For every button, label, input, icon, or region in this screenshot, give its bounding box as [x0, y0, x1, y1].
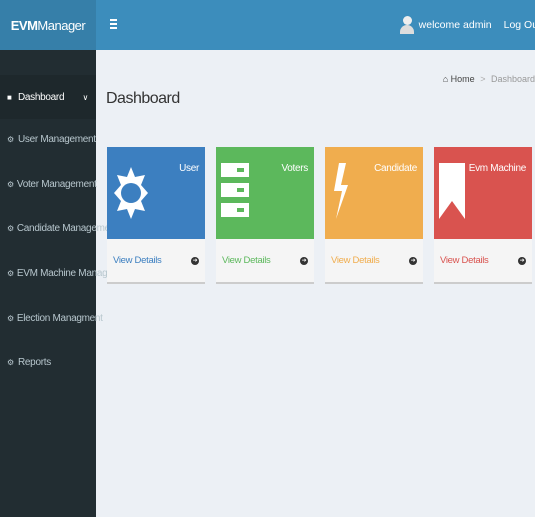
settings-icon: ⚙ — [7, 223, 14, 233]
sidebar: ■ Dashboard ∨ ⚙ User Management ⚙ Voter … — [0, 50, 134, 517]
sun-icon — [114, 167, 148, 219]
arrow-circle-icon: ➜ — [191, 256, 199, 265]
view-details-label: View Details — [440, 255, 489, 266]
settings-icon: ⚙ — [7, 357, 14, 367]
card-header: Voters — [216, 147, 314, 239]
server-icon — [221, 163, 249, 217]
card-title: User — [179, 163, 199, 174]
view-details-label: View Details — [113, 255, 162, 266]
sidebar-item-voter-management[interactable]: ⚙ Voter Management — [0, 162, 97, 206]
breadcrumb-current: Dashboard — [490, 74, 535, 84]
sidebar-item-label: Reports — [18, 356, 51, 368]
card-header: Candidate — [325, 147, 423, 239]
view-details-label: View Details — [331, 255, 380, 266]
sidebar-item-label: Election Managment — [16, 312, 103, 324]
view-details-link[interactable]: View Details ➜ — [107, 239, 205, 284]
dashboard-icon: ■ — [7, 92, 12, 102]
bolt-icon — [334, 163, 348, 219]
card-candidate[interactable]: Candidate View Details ➜ — [325, 147, 423, 284]
breadcrumb-home[interactable]: Home — [451, 74, 475, 84]
card-evm-machine[interactable]: Evm Machine View Details ➜ — [434, 147, 532, 284]
avatar[interactable] — [399, 16, 414, 34]
settings-icon: ⚙ — [7, 268, 14, 278]
sidebar-toggle-icon[interactable] — [110, 17, 120, 31]
view-details-label: View Details — [222, 255, 271, 266]
arrow-circle-icon: ➜ — [518, 256, 526, 265]
view-details-link[interactable]: View Details ➜ — [434, 239, 532, 284]
breadcrumb: ⌂ Home > Dashboard — [443, 74, 535, 84]
card-title: Candidate — [374, 163, 417, 174]
welcome-text[interactable]: welcome admin — [419, 19, 492, 31]
sidebar-item-user-management[interactable]: ⚙ User Management — [0, 117, 96, 161]
card-title: Evm Machine — [468, 163, 527, 174]
app-logo[interactable]: EVM Manager — [0, 0, 96, 50]
breadcrumb-separator: > — [480, 74, 486, 84]
sidebar-item-evm-machine-management[interactable]: ⚙ EVM Machine Management — [0, 251, 134, 295]
top-navbar: EVMManager welcome admin Log Out — [0, 0, 535, 50]
sidebar-item-election-management[interactable]: ⚙ Election Managment — [0, 296, 103, 340]
sidebar-item-reports[interactable]: ⚙ Reports — [0, 340, 96, 384]
user-menu: welcome admin Log Out — [399, 0, 535, 50]
card-title: Voters — [281, 163, 308, 174]
arrow-circle-icon: ➜ — [300, 256, 308, 265]
sidebar-item-label: Dashboard — [18, 91, 65, 103]
settings-icon: ⚙ — [7, 179, 14, 189]
settings-icon: ⚙ — [7, 134, 14, 144]
view-details-link[interactable]: View Details ➜ — [216, 239, 314, 284]
settings-icon: ⚙ — [7, 313, 14, 323]
sidebar-item-candidate-management[interactable]: ⚙ Candidate Management — [0, 206, 118, 250]
chevron-down-icon: ∨ — [82, 92, 88, 102]
sidebar-item-label: User Management — [18, 133, 96, 145]
page-title: Dashboard — [106, 90, 180, 107]
bookmark-icon — [439, 163, 465, 219]
logout-link[interactable]: Log Out — [504, 19, 535, 31]
card-user[interactable]: User View Details ➜ — [107, 147, 205, 284]
home-icon: ⌂ — [442, 74, 449, 84]
logo-rest: Manager — [37, 17, 86, 33]
sidebar-item-label: Voter Management — [16, 178, 97, 190]
card-header: Evm Machine — [434, 147, 532, 239]
sidebar-item-label: Candidate Management — [16, 222, 118, 234]
sidebar-item-dashboard[interactable]: ■ Dashboard ∨ — [0, 75, 96, 119]
arrow-circle-icon: ➜ — [409, 256, 417, 265]
logo-bold: EVM — [10, 17, 38, 33]
view-details-link[interactable]: View Details ➜ — [325, 239, 423, 284]
card-voters[interactable]: Voters View Details ➜ — [216, 147, 314, 284]
card-header: User — [107, 147, 205, 239]
